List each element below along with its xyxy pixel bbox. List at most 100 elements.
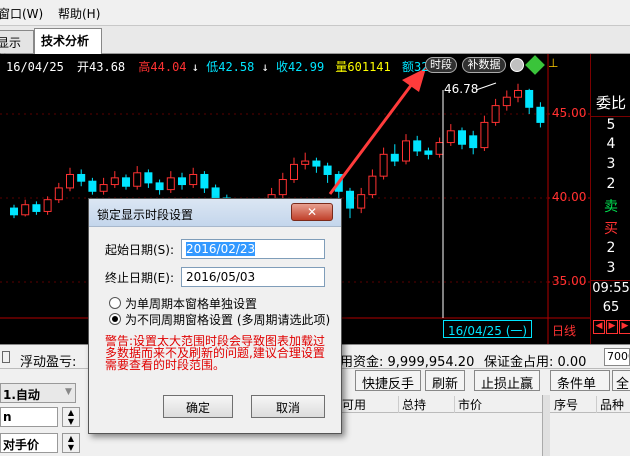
col-available: 可用 — [342, 398, 367, 412]
candle-body — [122, 177, 130, 187]
candle-body — [357, 194, 366, 209]
info-low: 低42.58 — [206, 60, 255, 74]
start-date-input[interactable]: 2016/02/23 — [181, 239, 325, 259]
ask-level-5: 5 — [591, 116, 630, 133]
candle-body — [390, 153, 399, 162]
info-open: 开43.68 — [77, 60, 126, 74]
dialog-close-button[interactable]: ✕ — [291, 203, 333, 221]
panel-toggle-icon[interactable] — [2, 351, 10, 363]
candle-body — [469, 135, 478, 149]
candle-body — [200, 173, 209, 189]
radio-single-period-label: 为单周期本窗格单独设置 — [125, 297, 258, 311]
end-date-input[interactable]: 2016/05/03 — [181, 267, 325, 287]
candle-body — [312, 160, 321, 167]
start-date-label: 起始日期(S): — [105, 243, 175, 257]
period-lock-button[interactable]: 时段 — [425, 57, 457, 73]
candle-body — [278, 179, 287, 196]
mode-select[interactable]: 1.自动 ▼ — [0, 383, 76, 403]
high-marker-label: 46.78 — [444, 82, 479, 96]
col-market-price: 市价 — [454, 396, 482, 413]
tab-technical-analysis[interactable]: 技术分析 — [34, 28, 102, 54]
candle-body — [368, 175, 377, 196]
buy-label: 买 — [604, 221, 618, 237]
warning-text: 警告:设置太大范围时段会导致图表加载过多数据而来不及刷新的问题,建议合理设置需要… — [105, 335, 326, 372]
all-button[interactable]: 全 — [612, 370, 630, 392]
ok-button[interactable]: 确定 — [163, 395, 233, 418]
quantity-input[interactable]: 7000 — [604, 348, 630, 366]
margin-used: 保证金占用: 0.00 — [484, 355, 587, 370]
pin-icon[interactable]: ⊥ — [548, 56, 558, 70]
candle-body — [480, 121, 489, 149]
candle-body — [155, 182, 164, 191]
col-serial: 序号 — [554, 398, 579, 412]
price-type-field[interactable]: 对手价 — [0, 433, 58, 453]
info-close: 收42.99 — [276, 60, 325, 74]
candle-body — [458, 130, 466, 145]
menu-window[interactable]: 窗口(W) — [0, 5, 43, 22]
tab-quote-board[interactable]: 显示牌 — [0, 30, 34, 67]
order-table-header: 序号 品种 — [550, 395, 630, 413]
candle-body — [402, 140, 410, 162]
close-icon: ✕ — [306, 205, 318, 219]
tab-bar: 显示牌 技术分析 — [0, 26, 630, 67]
radio-selected-dot — [112, 316, 118, 322]
candle-body — [10, 207, 18, 216]
info-date: 16/04/25 — [6, 60, 64, 74]
candle-body — [446, 130, 455, 144]
candle-body — [110, 177, 119, 186]
candle-body — [178, 177, 186, 186]
stop-loss-profit-button[interactable]: 止损止赢 — [474, 370, 541, 392]
candle-body — [525, 89, 534, 108]
bid-level-3: 3 — [606, 260, 616, 276]
table-scrollbar[interactable] — [542, 395, 550, 456]
candle-body — [211, 187, 220, 199]
menu-bar: 窗口(W) 帮助(H) — [0, 0, 630, 26]
cancel-button[interactable]: 取消 — [251, 395, 325, 418]
radio-multi-period[interactable] — [109, 313, 121, 325]
candle-body — [413, 140, 422, 152]
candle-body — [491, 105, 500, 123]
radio-single-period[interactable] — [109, 297, 121, 309]
panel-count: 65 — [602, 300, 620, 315]
conditional-order-button[interactable]: 条件单 — [550, 370, 610, 392]
candle-body — [166, 177, 175, 191]
price-input[interactable]: n — [0, 407, 58, 427]
candle-body — [290, 163, 298, 181]
end-date-label: 终止日期(E): — [105, 271, 174, 285]
scroll-right-icon[interactable]: ▶ — [606, 320, 618, 334]
order-ratio-title: 委比 — [595, 94, 626, 112]
col-total-position: 总持 — [398, 396, 426, 413]
price-type-stepper[interactable]: ▲ ▼ — [62, 433, 80, 453]
menu-help[interactable]: 帮助(H) — [58, 5, 100, 22]
col-symbol: 品种 — [596, 396, 624, 413]
candle-body — [379, 153, 388, 177]
scroll-right-end-icon[interactable]: ▶ — [619, 320, 630, 334]
position-table-header: 可用 总持 市价 — [342, 395, 542, 413]
radio-multi-period-label: 为不同周期窗格设置 (多周期请选此项) — [125, 313, 331, 327]
candle-body — [43, 199, 52, 212]
scroll-left-end-icon[interactable]: ◀ — [593, 320, 605, 334]
candle-body — [88, 180, 97, 192]
refresh-button[interactable]: 刷新 — [425, 370, 466, 392]
candle-body — [99, 184, 108, 192]
ask-level-4: 4 — [606, 136, 616, 152]
period-label: 日线 — [552, 324, 577, 338]
candle-body — [536, 106, 545, 123]
dialog-title: 锁定显示时段设置 — [97, 208, 194, 222]
price-stepper[interactable]: ▲ ▼ — [62, 407, 80, 427]
sell-label: 卖 — [604, 199, 618, 215]
quote-info-bar: 16/04/25 开43.68 高44.04 ↓ 低42.58 ↓ 收42.99… — [6, 58, 455, 74]
candle-body — [301, 160, 310, 165]
info-high: 高44.04 — [138, 60, 187, 74]
supplement-data-button[interactable]: 补数据 — [462, 57, 506, 73]
candle-body — [502, 96, 511, 107]
lock-period-dialog: 锁定显示时段设置 ✕ 起始日期(S): 2016/02/23 终止日期(E): … — [88, 198, 342, 434]
settings-gear-icon[interactable] — [510, 58, 524, 72]
candle-body — [144, 172, 153, 184]
candle-body — [435, 142, 444, 155]
candle-body — [323, 165, 332, 175]
chevron-down-icon: ▼ — [65, 387, 72, 397]
quick-reverse-button[interactable]: 快捷反手 — [355, 370, 422, 392]
y-tick-40: 40.00 — [552, 190, 587, 204]
dialog-titlebar[interactable]: 锁定显示时段设置 ✕ — [89, 199, 341, 227]
